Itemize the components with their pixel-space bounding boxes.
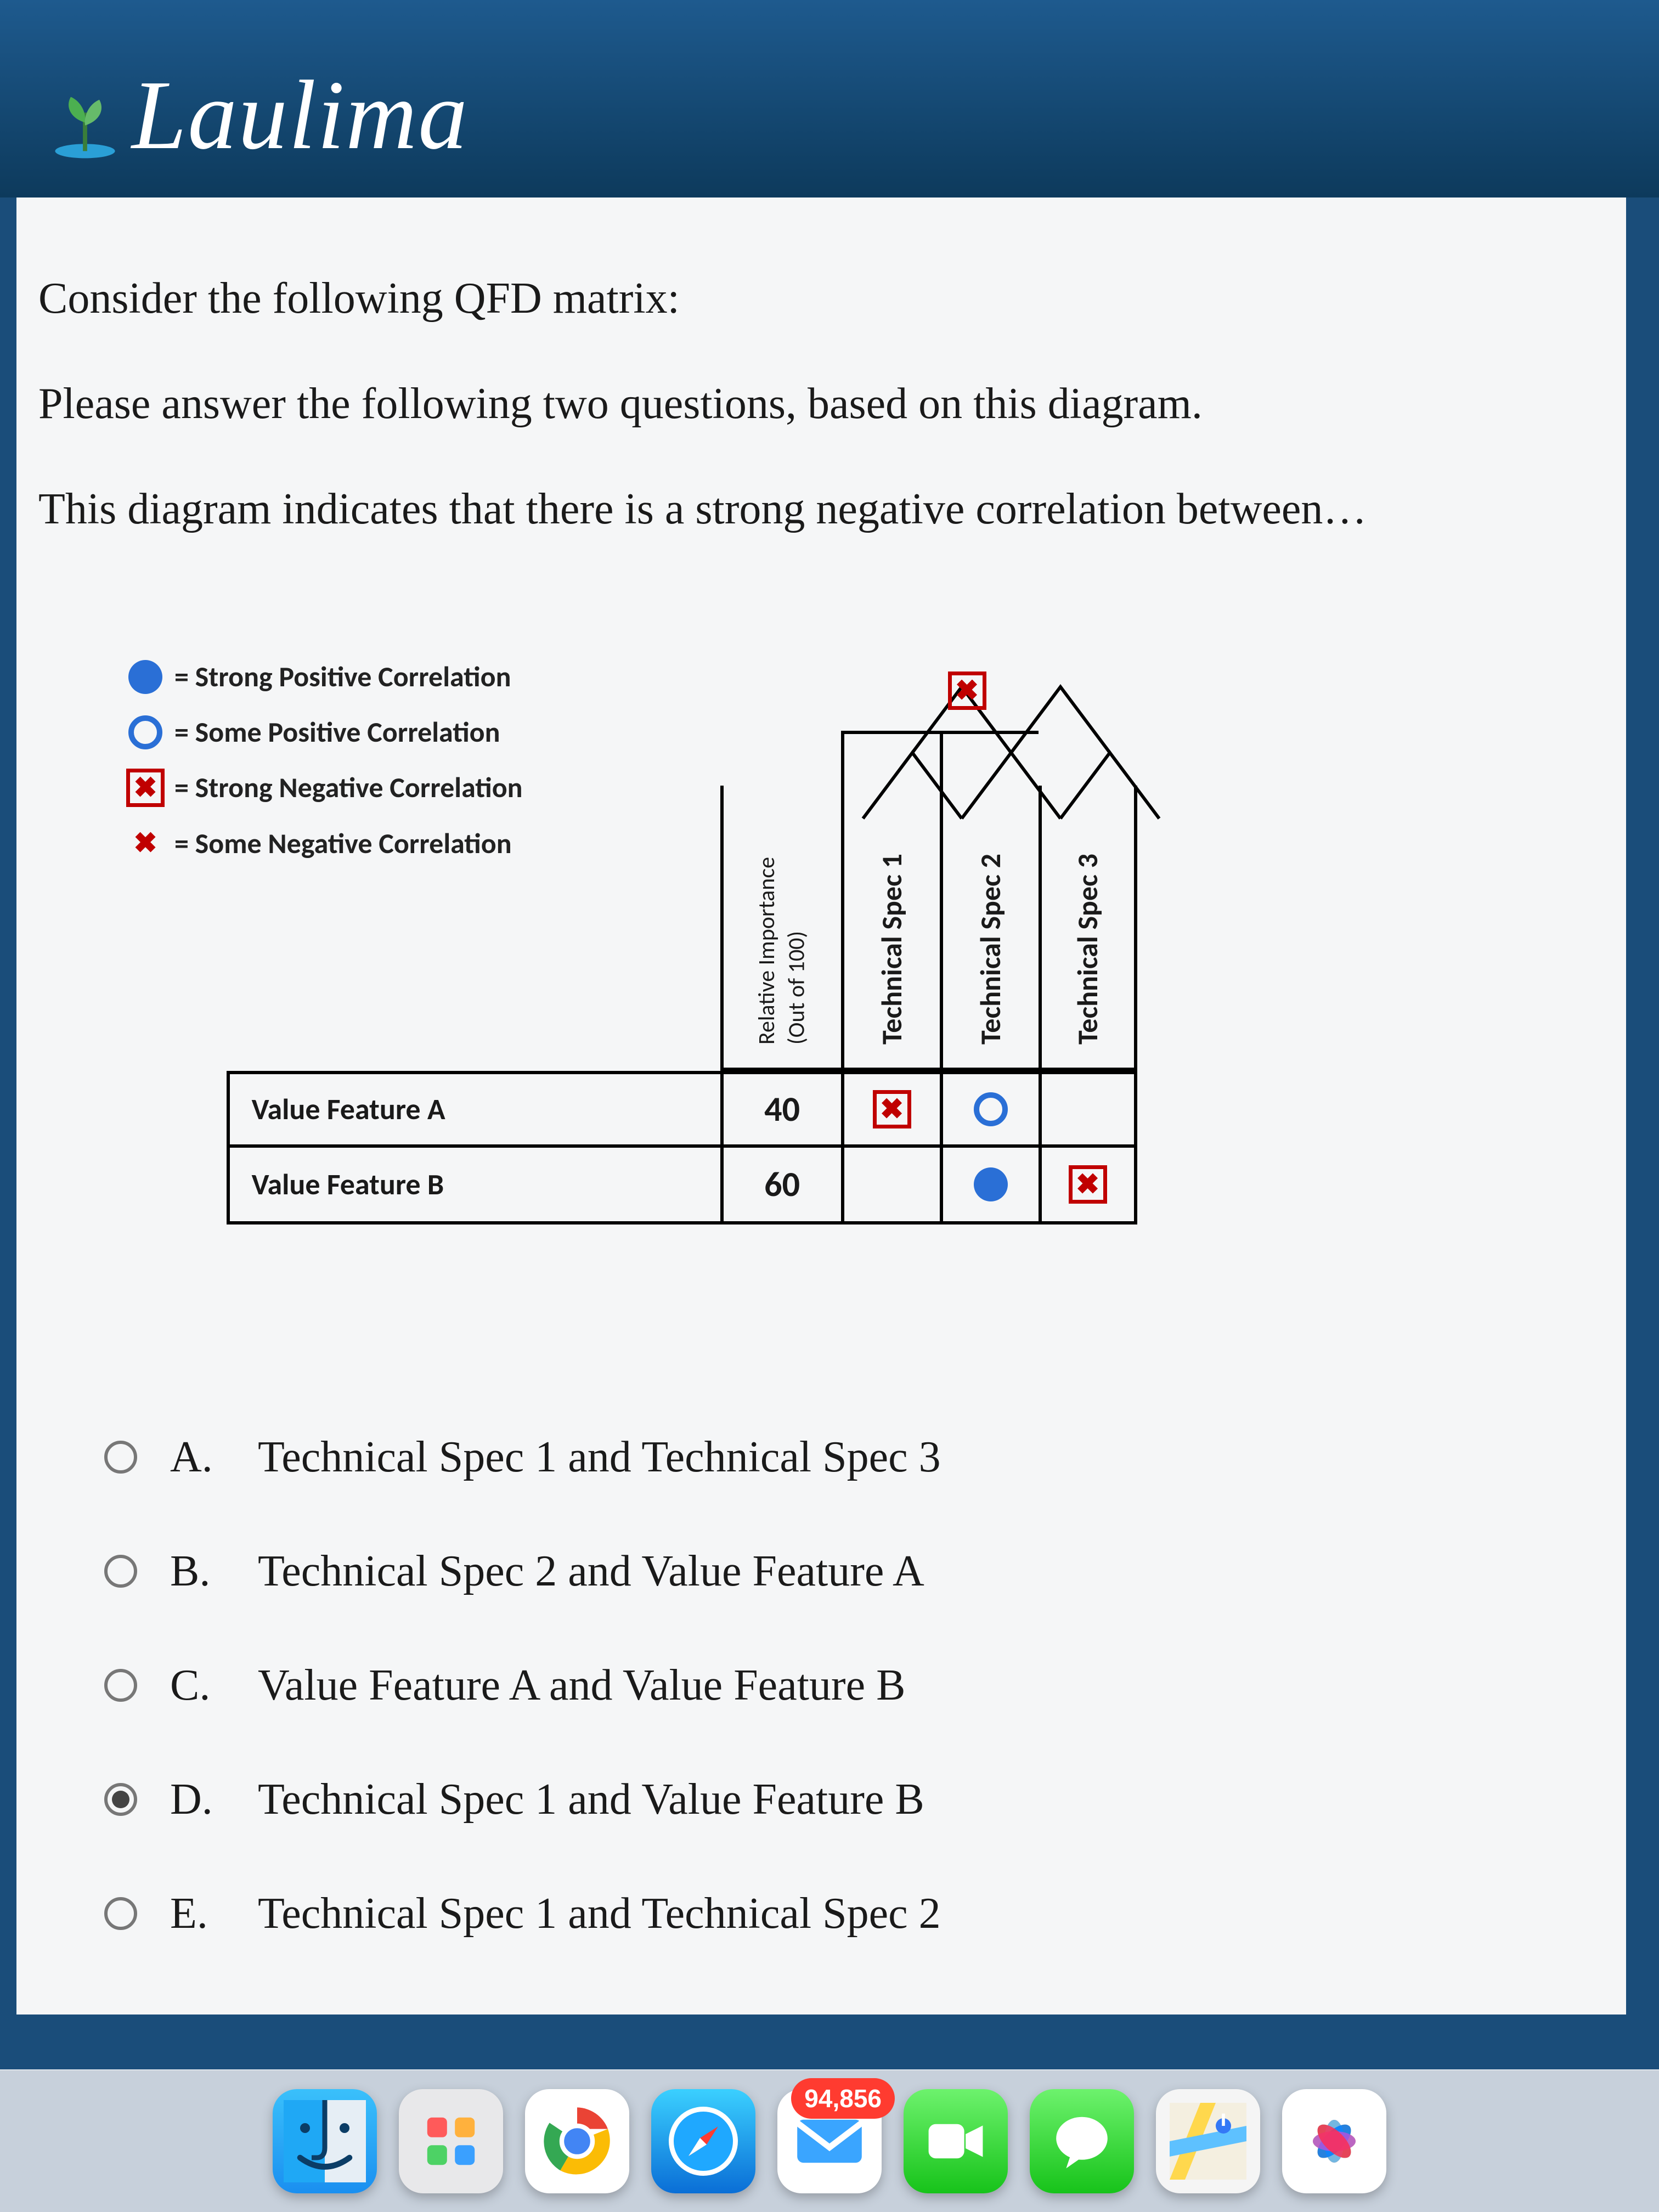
cell-a-3 (1039, 1071, 1137, 1148)
filled-circle-icon (126, 658, 165, 696)
qfd-legend: = Strong Positive Correlation = Some Pos… (126, 654, 523, 876)
cell-a-2 (940, 1071, 1039, 1148)
question-content: Consider the following QFD matrix: Pleas… (16, 198, 1626, 2015)
option-c[interactable]: C. Value Feature A and Value Feature B (104, 1650, 1604, 1720)
x-icon: ✖ (126, 824, 165, 862)
facetime-icon[interactable] (904, 2089, 1008, 2193)
radio-b[interactable] (104, 1555, 137, 1588)
qfd-diagram: = Strong Positive Correlation = Some Pos… (126, 654, 1604, 1203)
question-intro: Consider the following QFD matrix: (38, 263, 1604, 334)
question-instruction: Please answer the following two question… (38, 369, 1604, 439)
chrome-icon[interactable] (525, 2089, 629, 2193)
legend-some-negative: ✖ = Some Negative Correlation (126, 821, 523, 866)
radio-d[interactable] (104, 1783, 137, 1816)
ring-icon (126, 713, 165, 752)
matrix-row-b: Value Feature B 60 ✖ (227, 1148, 1236, 1224)
messages-icon[interactable] (1030, 2089, 1134, 2193)
legend-some-positive: = Some Positive Correlation (126, 709, 523, 755)
radio-e[interactable] (104, 1897, 137, 1930)
macos-dock: 94,856 (0, 2069, 1659, 2212)
matrix-row-a: Value Feature A 40 ✖ (227, 1071, 1236, 1148)
cell-b-1 (841, 1148, 940, 1224)
column-headers: Relative Importance (Out of 100) Technic… (720, 731, 1137, 1071)
photos-icon[interactable] (1282, 2089, 1386, 2193)
mail-icon[interactable]: 94,856 (777, 2089, 882, 2193)
cell-a-1: ✖ (841, 1071, 940, 1148)
radio-a[interactable] (104, 1441, 137, 1474)
launchpad-icon[interactable] (399, 2089, 503, 2193)
cell-b-3: ✖ (1039, 1148, 1137, 1224)
leaf-icon (49, 88, 121, 160)
question-prompt: This diagram indicates that there is a s… (38, 474, 1604, 544)
app-header: Laulima (0, 0, 1659, 198)
finder-icon[interactable] (273, 2089, 377, 2193)
mail-badge: 94,856 (791, 2078, 895, 2119)
qfd-matrix: ✖ Relative Importance (Out of 100) Techn… (556, 654, 1236, 1203)
maps-icon[interactable] (1156, 2089, 1260, 2193)
answer-options: A. Technical Spec 1 and Technical Spec 3… (104, 1422, 1604, 1949)
roof-symbol-strong-negative: ✖ (948, 672, 986, 710)
cell-b-importance: 60 (720, 1148, 841, 1224)
option-a[interactable]: A. Technical Spec 1 and Technical Spec 3 (104, 1422, 1604, 1492)
radio-c[interactable] (104, 1669, 137, 1702)
brand-logo: Laulima (49, 71, 469, 160)
matrix-body: Value Feature A 40 ✖ Value Feature B 60 … (227, 1071, 1236, 1224)
legend-strong-negative: ✖ = Strong Negative Correlation (126, 765, 523, 810)
safari-icon[interactable] (651, 2089, 755, 2193)
brand-name: Laulima (132, 71, 469, 160)
boxed-x-icon: ✖ (126, 769, 165, 807)
col-tech-spec-2: Technical Spec 2 (940, 731, 1039, 1071)
col-tech-spec-1: Technical Spec 1 (841, 731, 940, 1071)
col-relative-importance: Relative Importance (Out of 100) (720, 786, 841, 1071)
cell-a-importance: 40 (720, 1071, 841, 1148)
cell-b-2 (940, 1148, 1039, 1224)
col-tech-spec-3: Technical Spec 3 (1039, 786, 1137, 1071)
legend-strong-positive: = Strong Positive Correlation (126, 654, 523, 699)
option-d[interactable]: D. Technical Spec 1 and Value Feature B (104, 1764, 1604, 1835)
option-e[interactable]: E. Technical Spec 1 and Technical Spec 2 (104, 1878, 1604, 1949)
option-b[interactable]: B. Technical Spec 2 and Value Feature A (104, 1536, 1604, 1606)
